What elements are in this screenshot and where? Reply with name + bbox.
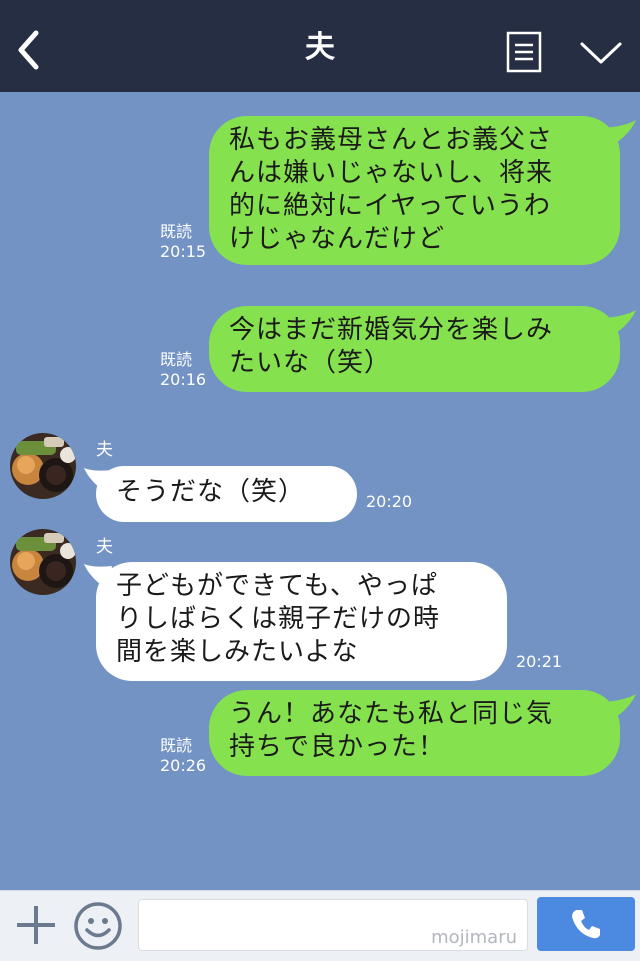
message-line: 持ちで良かった！ bbox=[229, 732, 446, 762]
read-receipt: 既読 bbox=[160, 736, 193, 755]
chat-header: 夫 bbox=[0, 0, 640, 92]
message-line: 間を楽しみたいよな bbox=[116, 637, 359, 667]
message-line: 的に絶対にイヤっていうわ bbox=[229, 191, 551, 221]
phone-icon bbox=[572, 910, 600, 939]
message-input[interactable]: mojimaru bbox=[138, 899, 528, 951]
message-line: けじゃなんだけど bbox=[229, 224, 446, 254]
bubble-tail bbox=[604, 694, 636, 720]
message-meta: 既読 20:15 bbox=[160, 222, 206, 262]
menu-icon[interactable] bbox=[506, 31, 542, 73]
message-time: 20:26 bbox=[160, 756, 207, 775]
chat-title: 夫 bbox=[305, 30, 335, 65]
avatar-food-image bbox=[10, 529, 76, 595]
message-line: 私もお義母さんとお義父さ bbox=[229, 125, 554, 155]
watermark-text: mojimaru bbox=[431, 927, 517, 948]
message-line: うん！あなたも私と同じ気 bbox=[229, 699, 554, 729]
message-list[interactable]: 既読 20:15 私もお義母さんとお義父さ んは嫌いじゃないし、将来 的に絶対に… bbox=[0, 92, 640, 890]
plus-icon[interactable] bbox=[15, 904, 57, 946]
bubble-tail bbox=[604, 120, 636, 146]
avatar[interactable] bbox=[10, 529, 76, 595]
avatar-food-image bbox=[10, 433, 76, 499]
message-line: りしばらくは親子だけの時 bbox=[116, 604, 441, 634]
message-meta: 既読 20:26 bbox=[160, 736, 206, 776]
message-time: 20:21 bbox=[516, 652, 563, 671]
outgoing-message-bubble[interactable]: 今はまだ新婚気分を楽しみ たいな（笑） bbox=[209, 306, 620, 392]
incoming-message-bubble[interactable]: 子どもができても、やっぱ りしばらくは親子だけの時 間を楽しみたいよな bbox=[96, 562, 507, 681]
message-meta: 既読 20:16 bbox=[160, 350, 206, 390]
message-line: 子どもができても、やっぱ bbox=[116, 571, 438, 601]
message-time: 20:20 bbox=[366, 492, 413, 511]
message-time: 20:15 bbox=[160, 242, 207, 261]
message-time: 20:16 bbox=[160, 370, 207, 389]
read-receipt: 既読 bbox=[160, 350, 193, 369]
incoming-message-bubble[interactable]: そうだな（笑） bbox=[96, 466, 357, 522]
avatar[interactable] bbox=[10, 433, 76, 499]
outgoing-message-bubble[interactable]: うん！あなたも私と同じ気 持ちで良かった！ bbox=[209, 690, 620, 776]
sender-name: 夫 bbox=[96, 537, 113, 557]
bubble-tail bbox=[604, 310, 636, 336]
message-line: んは嫌いじゃないし、将来 bbox=[229, 158, 554, 188]
sender-name: 夫 bbox=[96, 440, 113, 460]
message-line: たいな（笑） bbox=[229, 348, 392, 378]
smile-icon[interactable] bbox=[73, 901, 123, 951]
call-button[interactable] bbox=[537, 897, 635, 951]
chevron-down-icon[interactable] bbox=[579, 38, 623, 68]
input-bar: mojimaru bbox=[0, 890, 640, 961]
message-line: 今はまだ新婚気分を楽しみ bbox=[229, 315, 554, 345]
outgoing-message-bubble[interactable]: 私もお義母さんとお義父さ んは嫌いじゃないし、将来 的に絶対にイヤっていうわ け… bbox=[209, 116, 620, 265]
read-receipt: 既読 bbox=[160, 222, 193, 241]
message-line: そうだな（笑） bbox=[116, 477, 306, 507]
